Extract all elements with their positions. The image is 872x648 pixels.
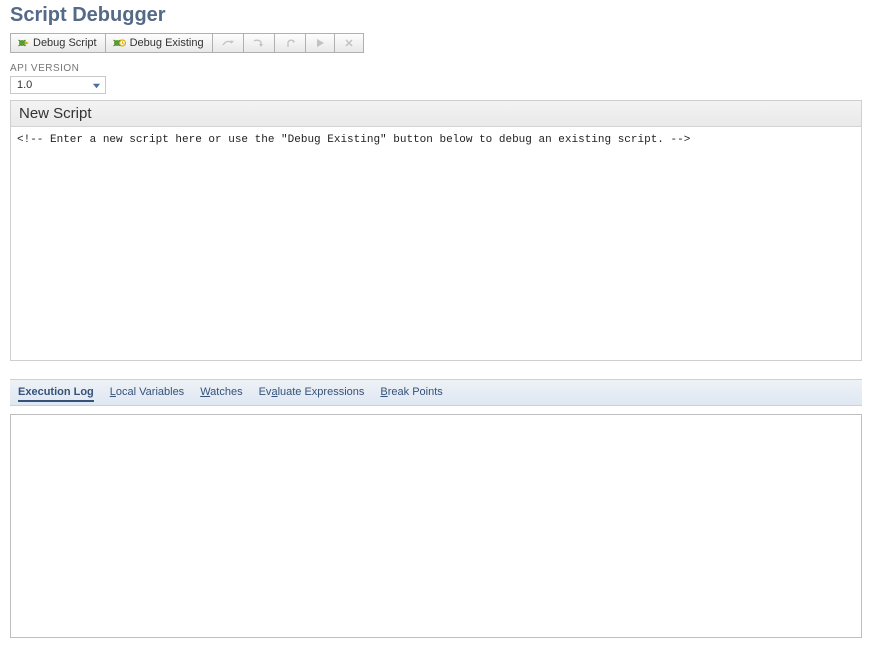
script-editor[interactable] xyxy=(11,127,861,357)
step-out-button xyxy=(274,33,306,53)
step-over-button xyxy=(212,33,244,53)
script-panel-title: New Script xyxy=(11,101,861,127)
bug-run-icon xyxy=(17,37,29,49)
execution-log-panel xyxy=(10,414,862,638)
play-icon xyxy=(314,37,326,49)
tab-watches[interactable]: Watches xyxy=(200,384,242,402)
debug-existing-button[interactable]: Debug Existing xyxy=(105,33,213,53)
step-over-icon xyxy=(221,37,235,49)
tab-break-points[interactable]: Break Points xyxy=(380,384,442,402)
stop-icon xyxy=(343,37,355,49)
step-into-button xyxy=(243,33,275,53)
chevron-down-icon xyxy=(92,81,101,90)
api-version-value: 1.0 xyxy=(17,79,32,91)
api-version-label: API VERSION xyxy=(10,63,862,74)
stop-button xyxy=(334,33,364,53)
debug-script-button[interactable]: Debug Script xyxy=(10,33,106,53)
toolbar: Debug Script Debug Existing xyxy=(10,33,862,53)
tab-evaluate-expressions[interactable]: Evaluate Expressions xyxy=(259,384,365,402)
step-into-icon xyxy=(252,37,266,49)
tab-local-variables[interactable]: Local Variables xyxy=(110,384,184,402)
bug-existing-icon xyxy=(112,37,126,49)
script-panel: New Script xyxy=(10,100,862,361)
debug-existing-label: Debug Existing xyxy=(130,37,204,49)
debug-tabs: Execution Log Local Variables Watches Ev… xyxy=(10,379,862,406)
step-out-icon xyxy=(283,37,297,49)
api-version-select[interactable]: 1.0 xyxy=(10,76,106,94)
continue-button xyxy=(305,33,335,53)
page-title: Script Debugger xyxy=(10,4,862,27)
tab-execution-log[interactable]: Execution Log xyxy=(18,384,94,402)
debug-script-label: Debug Script xyxy=(33,37,97,49)
